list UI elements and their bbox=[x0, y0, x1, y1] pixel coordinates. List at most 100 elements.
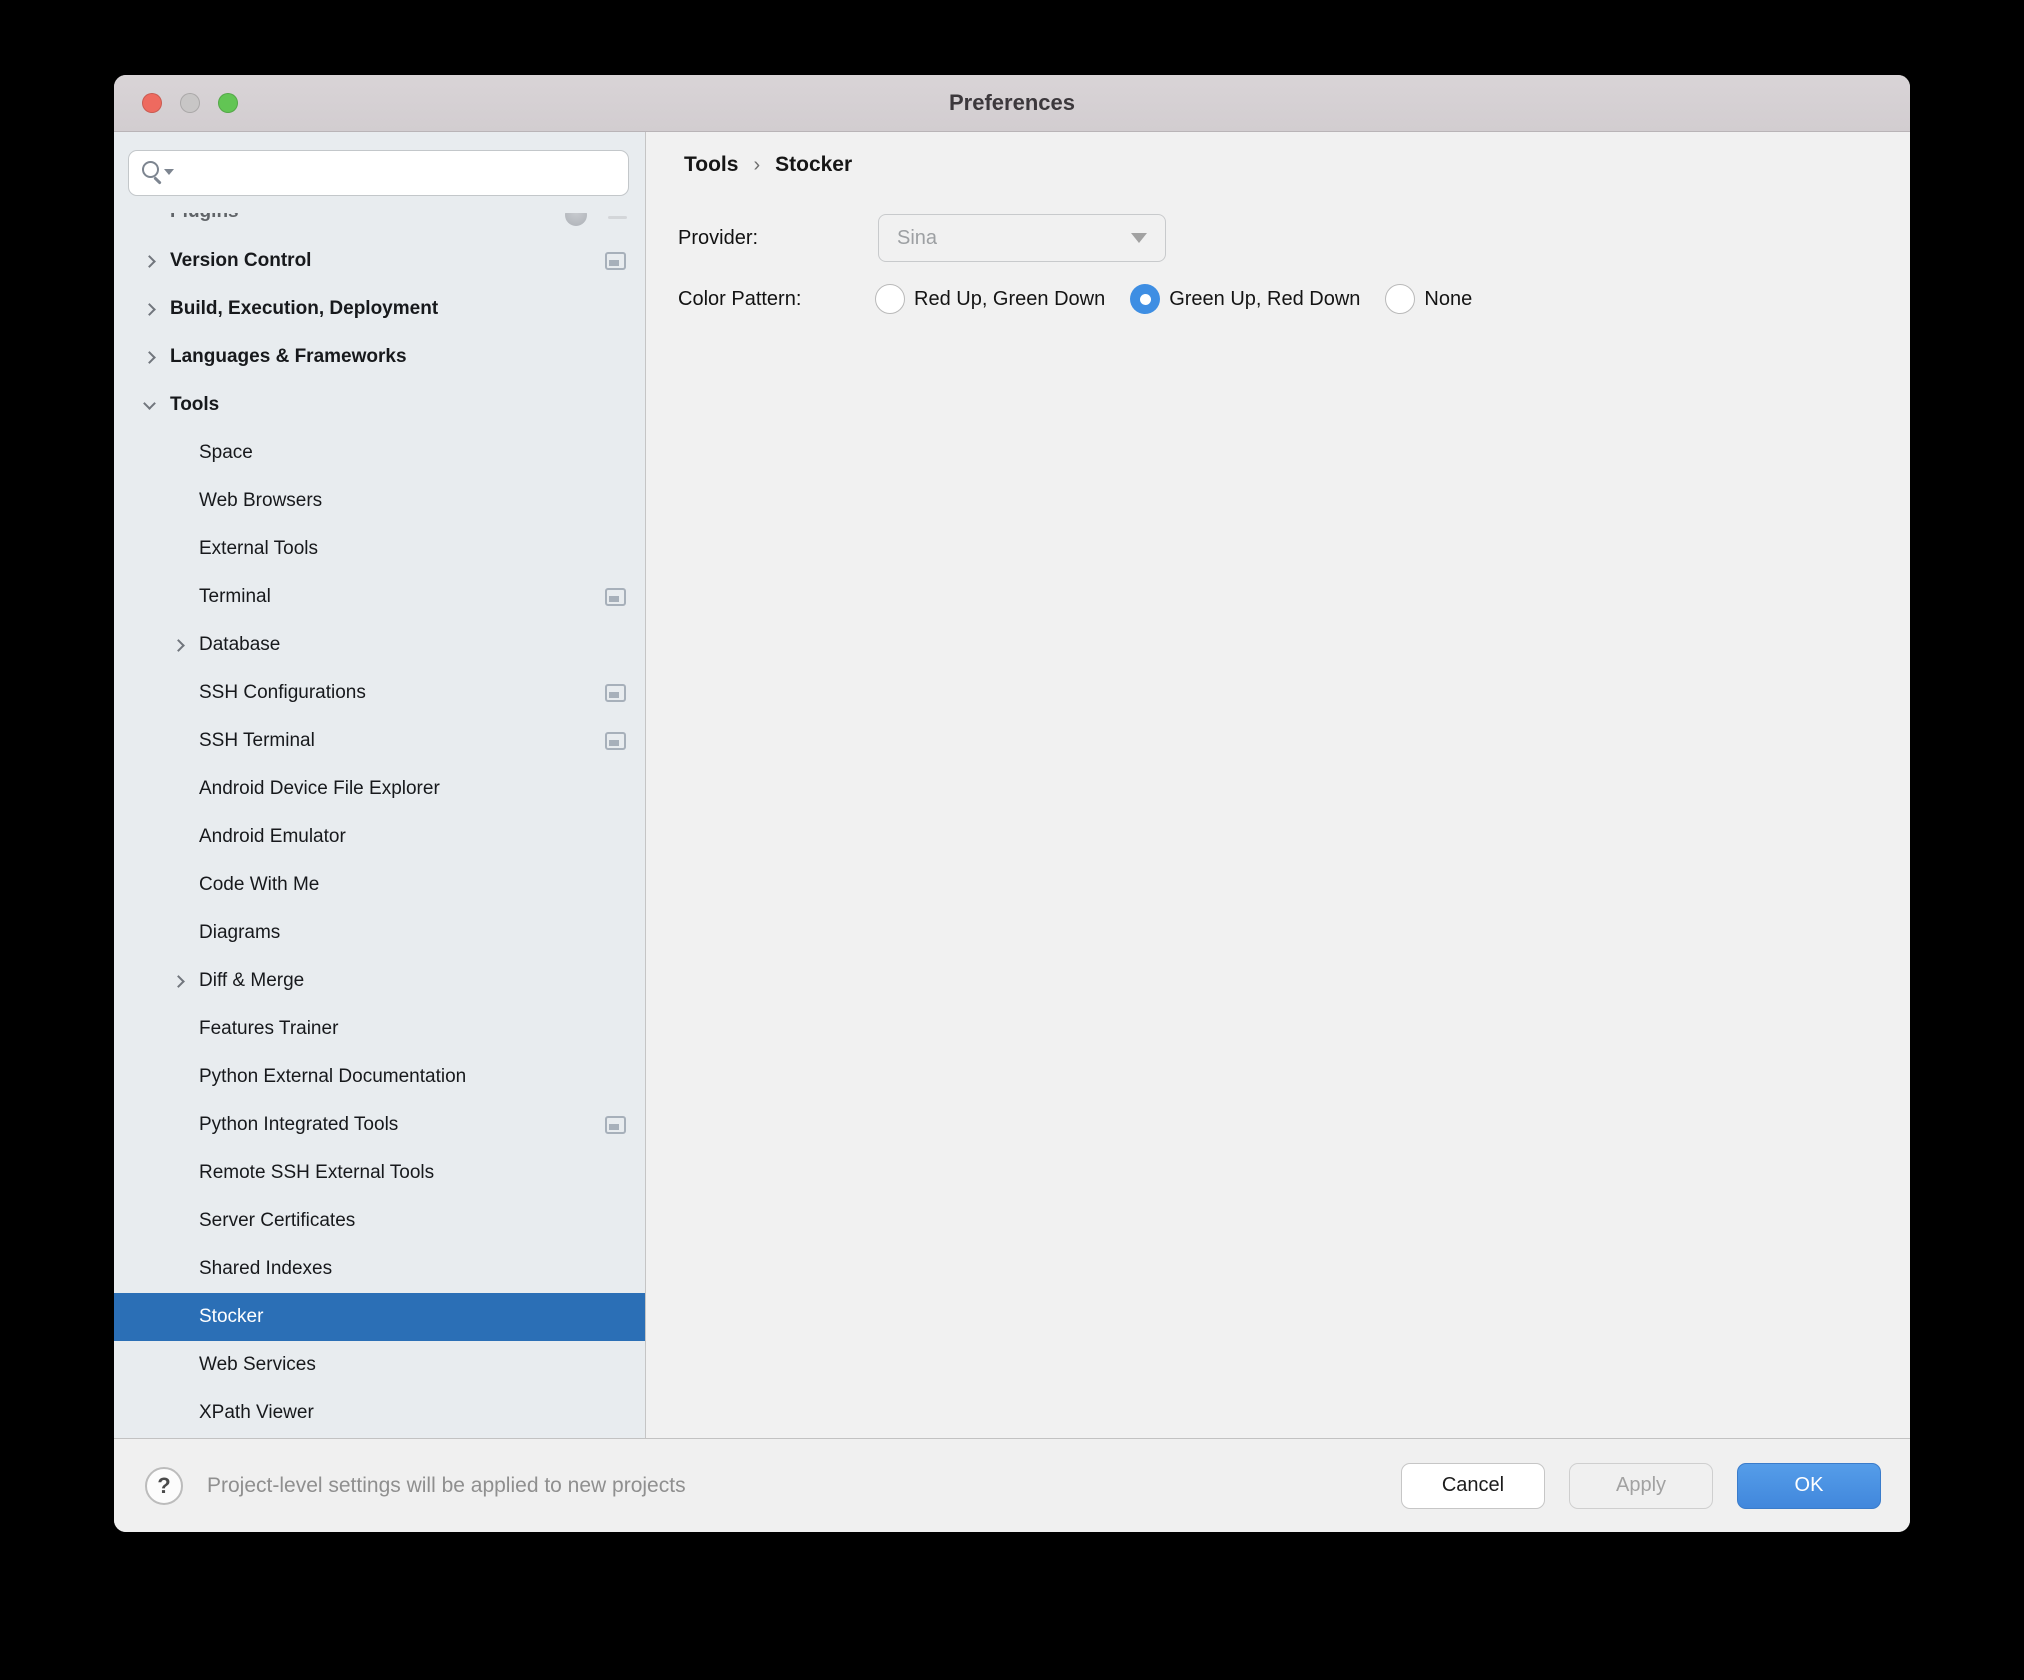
radio-option-red-up-green-down[interactable]: Red Up, Green Down bbox=[875, 284, 1105, 314]
apply-button[interactable]: Apply bbox=[1569, 1462, 1713, 1509]
minimize-button[interactable] bbox=[180, 93, 200, 113]
sidebar-item-features-trainer[interactable]: Features Trainer bbox=[114, 1005, 645, 1053]
ok-button[interactable]: OK bbox=[1737, 1462, 1881, 1509]
chevron-right-icon[interactable] bbox=[171, 638, 185, 652]
chevron-right-icon[interactable] bbox=[142, 350, 156, 364]
sidebar-item-label: Build, Execution, Deployment bbox=[170, 298, 439, 319]
sidebar-item-label: Diagrams bbox=[199, 922, 281, 943]
search-field[interactable] bbox=[128, 150, 629, 196]
sidebar-item-android-emulator[interactable]: Android Emulator bbox=[114, 813, 645, 861]
sidebar-item-diagrams[interactable]: Diagrams bbox=[114, 909, 645, 957]
sidebar-item-label: Tools bbox=[170, 394, 220, 415]
radio-option-none[interactable]: None bbox=[1385, 284, 1472, 314]
sidebar-item-languages-frameworks[interactable]: Languages & Frameworks bbox=[114, 333, 645, 381]
breadcrumb: Tools › Stocker bbox=[684, 144, 852, 186]
sidebar-item-diff-merge[interactable]: Diff & Merge bbox=[114, 957, 645, 1005]
sidebar-item-code-with-me[interactable]: Code With Me bbox=[114, 861, 645, 909]
sidebar-item-python-external-documentation[interactable]: Python External Documentation bbox=[114, 1053, 645, 1101]
chevron-down-icon bbox=[1131, 233, 1147, 243]
sidebar-item-web-browsers[interactable]: Web Browsers bbox=[114, 477, 645, 525]
color-pattern-radio-group: Red Up, Green Down Green Up, Red Down None bbox=[875, 275, 1472, 323]
radio-label: Green Up, Red Down bbox=[1169, 287, 1361, 310]
provider-label: Provider: bbox=[678, 227, 759, 249]
sidebar-item-label: Web Browsers bbox=[199, 490, 323, 511]
title-bar: Preferences bbox=[114, 75, 1910, 132]
sidebar-item-terminal[interactable]: Terminal bbox=[114, 573, 645, 621]
sidebar-item-label: Code With Me bbox=[199, 874, 320, 895]
sidebar-item-remote-ssh-external-tools[interactable]: Remote SSH External Tools bbox=[114, 1149, 645, 1197]
breadcrumb-tools[interactable]: Tools bbox=[684, 153, 738, 177]
sidebar-item-stocker[interactable]: Stocker bbox=[114, 1293, 645, 1341]
sidebar-item-external-tools[interactable]: External Tools bbox=[114, 525, 645, 573]
sidebar-item-tools[interactable]: Tools bbox=[114, 381, 645, 429]
panel-icon bbox=[605, 684, 626, 702]
zoom-button[interactable] bbox=[218, 93, 238, 113]
sidebar-item-version-control[interactable]: Version Control bbox=[114, 237, 645, 285]
sidebar-item-server-certificates[interactable]: Server Certificates bbox=[114, 1197, 645, 1245]
sidebar-item-label: Android Device File Explorer bbox=[199, 778, 440, 799]
sidebar-item-label: XPath Viewer bbox=[199, 1402, 314, 1423]
footer-bar: ? Project-level settings will be applied… bbox=[114, 1438, 1910, 1532]
sidebar-item-python-integrated-tools[interactable]: Python Integrated Tools bbox=[114, 1101, 645, 1149]
sidebar-item-label: SSH Configurations bbox=[199, 682, 366, 703]
sidebar-item-label: Remote SSH External Tools bbox=[199, 1162, 435, 1183]
window-title: Preferences bbox=[949, 90, 1075, 115]
sidebar-item-label: Android Emulator bbox=[199, 826, 346, 847]
help-icon[interactable]: ? bbox=[145, 1466, 183, 1505]
provider-selected-value: Sina bbox=[897, 226, 938, 249]
sidebar-item-ssh-terminal[interactable]: SSH Terminal bbox=[114, 717, 645, 765]
provider-select[interactable]: Sina bbox=[878, 214, 1166, 262]
sidebar-item-label: Python External Documentation bbox=[199, 1066, 467, 1087]
settings-sidebar: Plugins Version Control Build, Execution,… bbox=[114, 132, 646, 1438]
sidebar-item-label: Shared Indexes bbox=[199, 1258, 333, 1279]
sidebar-item-label: Database bbox=[199, 634, 281, 655]
radio-unselected-icon[interactable] bbox=[875, 284, 905, 314]
panel-icon bbox=[605, 588, 626, 606]
search-input[interactable] bbox=[172, 151, 628, 195]
settings-panel: Tools › Stocker Provider: Sina Color Pat… bbox=[646, 132, 1910, 1438]
search-icon bbox=[142, 160, 174, 186]
sidebar-item-plugins[interactable]: Plugins bbox=[114, 213, 645, 238]
sidebar-item-label: Version Control bbox=[170, 250, 312, 271]
color-pattern-label: Color Pattern: bbox=[678, 288, 802, 310]
radio-unselected-icon[interactable] bbox=[1385, 284, 1416, 314]
sidebar-item-label: Diff & Merge bbox=[199, 970, 305, 991]
search-options-caret-icon[interactable] bbox=[164, 169, 174, 175]
cancel-button[interactable]: Cancel bbox=[1401, 1462, 1545, 1509]
panel-icon bbox=[608, 216, 627, 219]
sidebar-item-label: Stocker bbox=[199, 1306, 264, 1327]
sidebar-item-android-device-file-explorer[interactable]: Android Device File Explorer bbox=[114, 765, 645, 813]
settings-tree: Version Control Build, Execution, Deploym… bbox=[114, 237, 645, 1437]
chevron-right-icon[interactable] bbox=[142, 254, 156, 268]
sidebar-item-label: Features Trainer bbox=[199, 1018, 339, 1039]
chevron-right-icon[interactable] bbox=[142, 302, 156, 316]
panel-icon bbox=[605, 732, 626, 750]
footer-buttons: Cancel Apply OK bbox=[1401, 1462, 1910, 1509]
close-button[interactable] bbox=[142, 93, 162, 113]
sidebar-item-web-services[interactable]: Web Services bbox=[114, 1341, 645, 1389]
sidebar-item-xpath-viewer[interactable]: XPath Viewer bbox=[114, 1389, 645, 1437]
panel-icon bbox=[605, 252, 626, 270]
sidebar-item-label: SSH Terminal bbox=[199, 730, 315, 751]
traffic-lights bbox=[142, 75, 238, 131]
radio-option-green-up-red-down[interactable]: Green Up, Red Down bbox=[1130, 284, 1360, 314]
status-text: Project-level settings will be applied t… bbox=[207, 1473, 686, 1497]
sidebar-item-label: Space bbox=[199, 442, 253, 463]
chevron-right-icon[interactable] bbox=[171, 974, 185, 988]
radio-selected-icon[interactable] bbox=[1130, 284, 1161, 314]
radio-label: Red Up, Green Down bbox=[914, 287, 1106, 310]
sidebar-item-build-execution-deployment[interactable]: Build, Execution, Deployment bbox=[114, 285, 645, 333]
sidebar-item-label: Python Integrated Tools bbox=[199, 1114, 399, 1135]
sidebar-item-label: Server Certificates bbox=[199, 1210, 356, 1231]
chevron-right-icon: › bbox=[753, 154, 761, 176]
sidebar-item-label: Terminal bbox=[199, 586, 271, 607]
sidebar-item-label: Plugins bbox=[170, 213, 239, 223]
sidebar-item-database[interactable]: Database bbox=[114, 621, 645, 669]
sidebar-item-space[interactable]: Space bbox=[114, 429, 645, 477]
radio-label: None bbox=[1424, 287, 1473, 310]
chevron-down-icon[interactable] bbox=[142, 396, 156, 410]
sidebar-item-ssh-configurations[interactable]: SSH Configurations bbox=[114, 669, 645, 717]
update-badge-icon bbox=[565, 213, 587, 226]
sidebar-item-shared-indexes[interactable]: Shared Indexes bbox=[114, 1245, 645, 1293]
panel-icon bbox=[605, 1116, 626, 1134]
